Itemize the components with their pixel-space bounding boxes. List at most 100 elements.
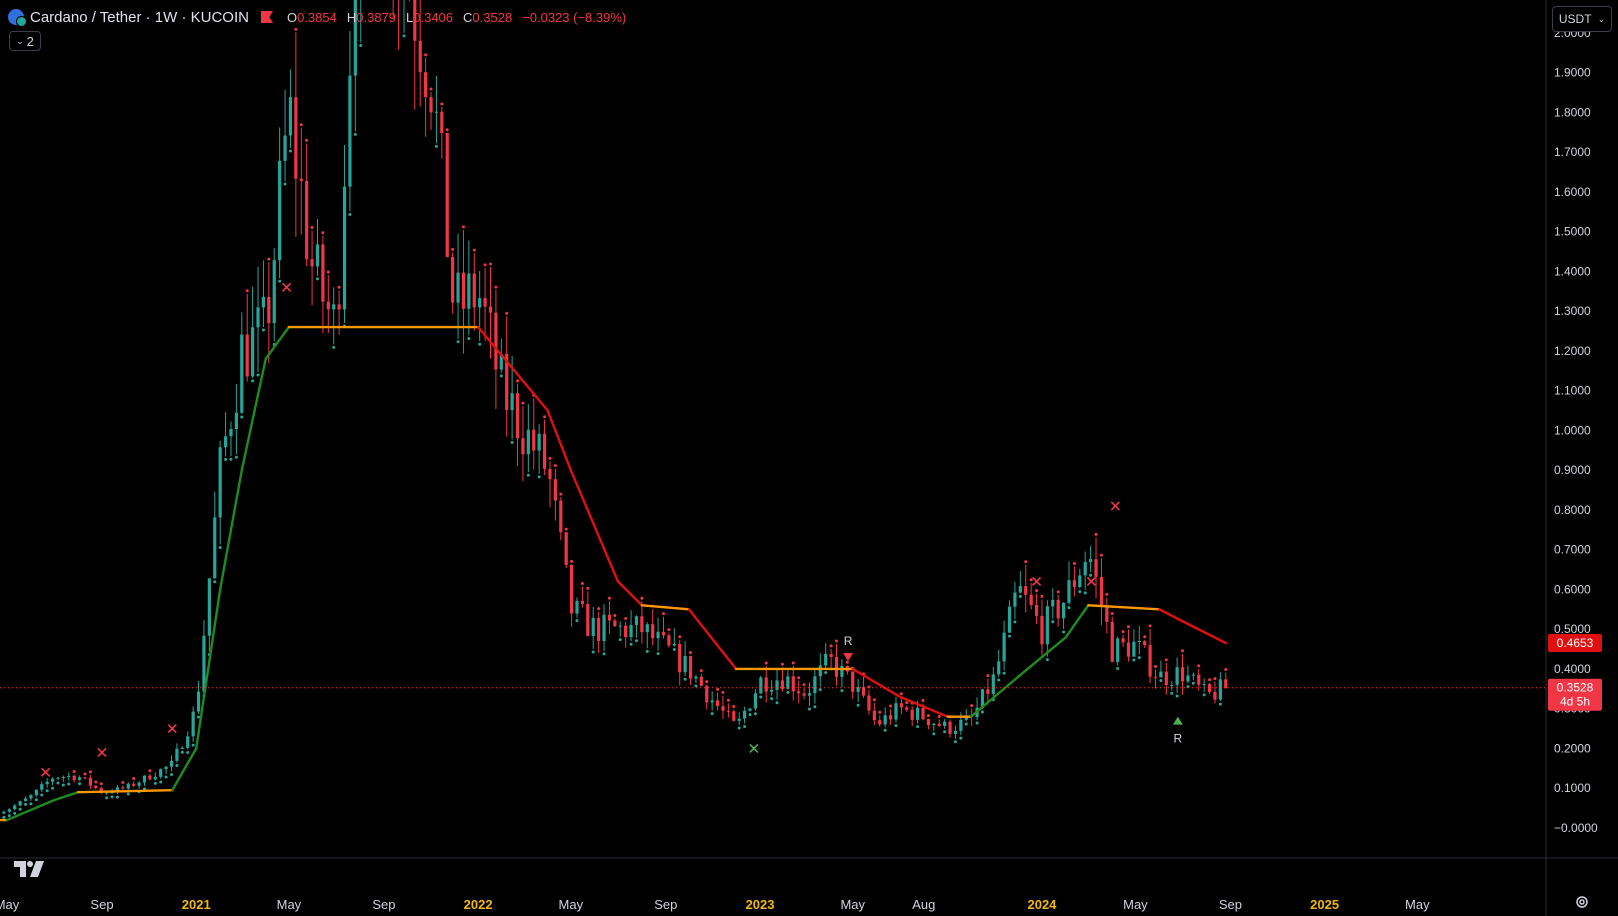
x-tick-label: Aug (912, 897, 935, 912)
candle-body (602, 614, 606, 642)
candle-dot (83, 772, 87, 776)
candle-dot (1062, 630, 1066, 634)
candle-body (683, 656, 687, 673)
price-chart[interactable]: 2.00001.90001.80001.70001.60001.50001.40… (0, 0, 1618, 916)
candle-body (13, 805, 17, 810)
candle-dot (1002, 671, 1006, 675)
candle-body (61, 776, 65, 778)
gear-icon[interactable] (1574, 894, 1590, 910)
candle-body (840, 665, 844, 677)
flag-icon[interactable] (260, 11, 273, 23)
y-tick-label: 1.3000 (1554, 304, 1591, 318)
candle-dot (980, 710, 984, 714)
candle-dot (1170, 691, 1174, 695)
candle-body (829, 653, 833, 657)
candle-body (591, 617, 595, 636)
candle-body (905, 707, 909, 710)
candle-body (434, 111, 439, 113)
candle-body (240, 334, 244, 413)
candle-body (137, 782, 141, 786)
candle-body (786, 676, 790, 689)
candle-body (348, 75, 352, 187)
indicators-toggle-button[interactable]: ⌄ 2 (9, 31, 41, 51)
candle-body (478, 298, 482, 308)
candle-body (997, 661, 1001, 675)
symbol-title[interactable]: Cardano / Tether · 1W · KUCOIN (30, 9, 249, 26)
candle-dot (1148, 624, 1152, 628)
ohlc-values: O0.3854 H0.3879 L0.3406 C0.3528 −0.0323 … (287, 10, 626, 25)
candle-dot (753, 712, 757, 716)
y-tick-label: 0.9000 (1554, 463, 1591, 477)
y-tick-label: 1.5000 (1554, 225, 1591, 239)
candle-body (678, 644, 682, 673)
candle-body (310, 259, 314, 267)
candle-dot (705, 680, 709, 684)
candle-dot (510, 441, 514, 445)
candle-dot (759, 695, 763, 699)
x-tick-label: Sep (372, 897, 395, 912)
candle-dot (575, 619, 579, 623)
candle-dot (516, 379, 520, 383)
candle-dot (1197, 664, 1201, 668)
candle-dot (699, 669, 703, 673)
candle-dot (337, 285, 341, 289)
candle-body (932, 723, 936, 726)
candle-dot (894, 724, 898, 728)
candle-dot (2, 815, 6, 819)
candle-dot (402, 34, 406, 38)
candle-body (23, 798, 28, 802)
x-tick-label: May (559, 897, 584, 912)
trend-segment (1158, 608, 1184, 623)
candle-dot (224, 457, 228, 461)
candle-body (564, 532, 568, 565)
y-tick-label: 1.4000 (1554, 264, 1591, 278)
candle-body (326, 301, 330, 310)
candle-dot (1126, 625, 1130, 629)
marker-label: R (1174, 732, 1183, 746)
candle-dot (845, 660, 849, 664)
candle-dot (764, 661, 768, 665)
candle-body (483, 298, 487, 307)
candle-body (132, 783, 136, 786)
candle-body (861, 687, 866, 696)
candle-dot (315, 277, 319, 281)
candle-dot (321, 231, 325, 235)
trend-segment (76, 789, 174, 794)
candle-body (488, 306, 493, 313)
candle-dot (678, 635, 682, 639)
candle-body (710, 700, 714, 703)
trend-segment (1181, 620, 1227, 645)
candle-dot (543, 415, 547, 419)
candle-dot (786, 690, 790, 694)
candle-dot (548, 456, 552, 460)
candle-body (1002, 632, 1006, 662)
candle-body (440, 111, 444, 133)
candle-dot (424, 53, 428, 57)
candle-dot (451, 247, 455, 251)
candle-dot (743, 724, 747, 728)
tradingview-logo-icon[interactable] (14, 860, 48, 883)
candle-body (580, 600, 585, 604)
candle-body (937, 723, 941, 726)
candle-dot (186, 751, 190, 755)
currency-selector[interactable]: USDT ⌄ (1552, 6, 1612, 32)
candle-dot (299, 123, 303, 127)
candle-body (959, 719, 963, 731)
candle-dot (770, 697, 774, 701)
candle-dot (245, 289, 249, 293)
ohlc-low: L0.3406 (406, 9, 454, 25)
candle-dot (856, 703, 860, 707)
candle-body (1170, 684, 1174, 686)
x-tick-label: May (1405, 897, 1430, 912)
candle-dot (629, 642, 633, 646)
x-tick-label: 2025 (1310, 897, 1339, 912)
candle-body (699, 676, 703, 686)
candle-body (618, 625, 622, 627)
candle-dot (34, 798, 38, 802)
candle-body (986, 689, 990, 694)
trend-value-label: 0.4653 (1557, 636, 1594, 650)
candle-body (56, 777, 60, 779)
candle-dot (889, 704, 893, 708)
candle-dot (1072, 561, 1076, 565)
candle-body (1099, 576, 1104, 606)
